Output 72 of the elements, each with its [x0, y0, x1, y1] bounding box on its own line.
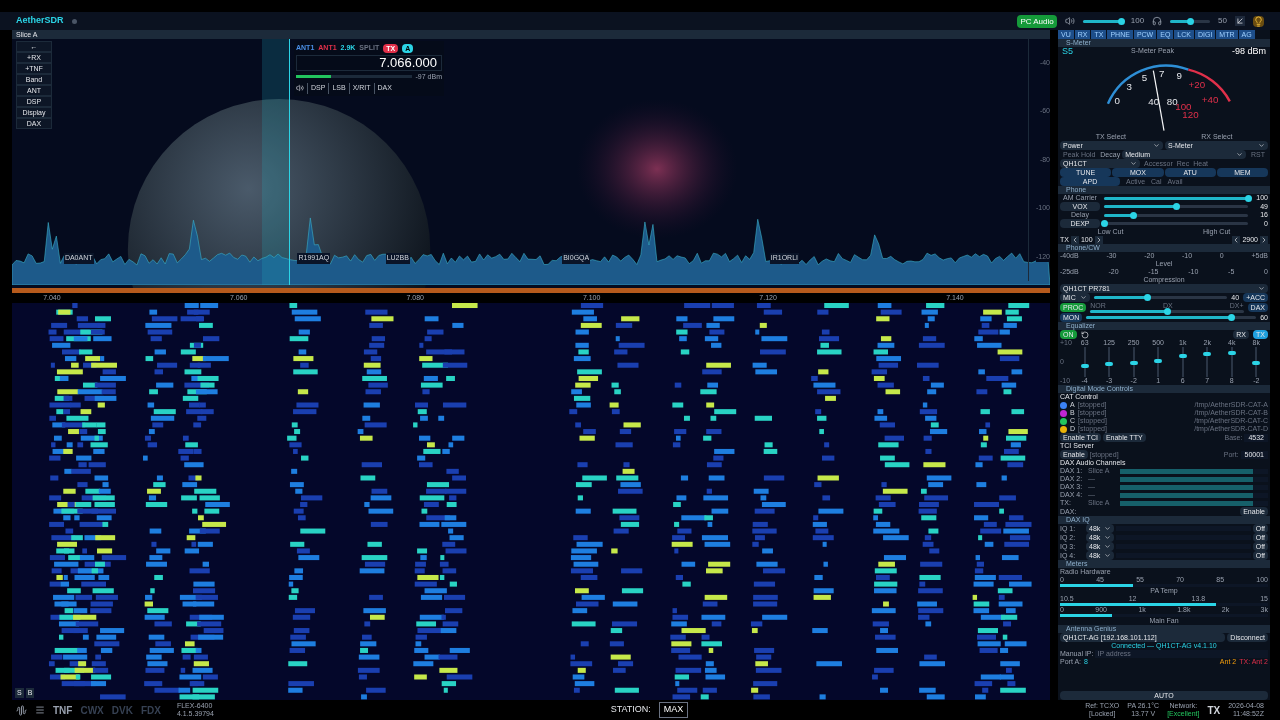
eq-slider-thumb[interactable]	[1252, 361, 1261, 366]
slider-track[interactable]	[1086, 316, 1257, 319]
arrow-icon[interactable]	[1235, 16, 1245, 26]
chevron-down-icon	[1130, 160, 1137, 167]
dbm-reading: -98 dBm	[1231, 47, 1266, 55]
meter-scale-label: 5	[1141, 71, 1148, 83]
decrease-icon[interactable]	[1232, 236, 1241, 244]
eq-slider-thumb[interactable]	[1227, 351, 1236, 355]
slider-thumb[interactable]	[1144, 294, 1152, 301]
waveform-icon[interactable]	[16, 704, 27, 716]
s-unit-reading: S5	[1062, 47, 1073, 55]
eq-slider-thumb[interactable]	[1178, 354, 1187, 358]
eq-slider-track[interactable]	[1132, 347, 1135, 377]
meter-scale-label: 0	[1114, 95, 1121, 107]
reset-icon[interactable]	[1080, 330, 1089, 339]
volume-reading: 100	[1130, 15, 1145, 27]
slider-track[interactable]	[1093, 296, 1228, 299]
meter-scale-label: 7	[1158, 68, 1165, 79]
slider-thumb[interactable]	[1117, 17, 1125, 25]
slider-track[interactable]	[1090, 310, 1244, 313]
eq-slider-track[interactable]	[1255, 347, 1258, 377]
meter-scale-label: 40	[1148, 96, 1160, 108]
frequency-display: 7.066.000	[296, 54, 442, 71]
mode-toggle[interactable]: TNF	[53, 702, 73, 718]
meter-scale-label: 3	[1126, 80, 1132, 92]
pc-audio-button[interactable]: PC Audio	[1017, 14, 1057, 28]
lightbulb-icon[interactable]	[1253, 15, 1264, 27]
eq-slider-thumb[interactable]	[1080, 363, 1089, 368]
speaker-icon[interactable]	[296, 84, 304, 93]
chevron-down-icon	[1236, 151, 1243, 158]
eq-slider-track[interactable]	[1230, 347, 1233, 377]
eq-slider-thumb[interactable]	[1105, 362, 1114, 367]
decrease-icon[interactable]	[1070, 236, 1079, 244]
slider-track[interactable]	[1104, 213, 1248, 217]
slider-thumb[interactable]	[1101, 220, 1108, 227]
eq-slider-thumb[interactable]	[1129, 361, 1138, 366]
slice-passband[interactable]	[262, 39, 290, 285]
slider-thumb[interactable]	[1129, 211, 1137, 219]
chevron-down-icon	[1153, 142, 1160, 149]
speaker-icon[interactable]	[1064, 16, 1075, 26]
slider-thumb[interactable]	[1163, 308, 1171, 315]
station-label: STATION:	[610, 703, 651, 717]
eq-slider-track[interactable]	[1157, 347, 1160, 377]
headphones-reading: 50	[1218, 15, 1227, 27]
eq-slider-track[interactable]	[1181, 347, 1184, 377]
eq-slider-thumb[interactable]	[1154, 358, 1163, 363]
meter-scale-label: +40	[1201, 94, 1219, 106]
slider-track[interactable]	[1170, 19, 1211, 23]
slider-track[interactable]	[1104, 222, 1248, 225]
chevron-down-icon	[1079, 294, 1087, 301]
station-name: MAX	[658, 702, 689, 718]
chevron-down-icon	[1258, 285, 1265, 292]
meter-scale-label: +20	[1188, 79, 1206, 91]
slider-thumb[interactable]	[1187, 17, 1195, 25]
eq-slider-track[interactable]	[1108, 347, 1111, 377]
slider-thumb[interactable]	[1227, 314, 1235, 321]
app-title: AetherSDR	[16, 14, 64, 28]
headphones-icon[interactable]	[1152, 16, 1163, 26]
slider-thumb[interactable]	[1173, 203, 1180, 210]
eq-slider-thumb[interactable]	[1203, 352, 1212, 357]
eq-slider-track[interactable]	[1083, 347, 1086, 377]
increase-icon[interactable]	[1260, 236, 1268, 244]
chevron-down-icon	[1258, 142, 1265, 149]
meter-scale-label: 9	[1176, 70, 1182, 82]
increase-icon[interactable]	[1094, 236, 1103, 244]
slider-track[interactable]	[1082, 19, 1123, 23]
slider-track[interactable]	[1104, 205, 1248, 208]
tx-indicator: TX	[1207, 703, 1221, 718]
menu-icon[interactable]	[35, 705, 45, 715]
meter-scale-label: 120	[1182, 109, 1199, 121]
eq-slider-track[interactable]	[1206, 347, 1209, 377]
slider-thumb[interactable]	[1245, 194, 1252, 202]
